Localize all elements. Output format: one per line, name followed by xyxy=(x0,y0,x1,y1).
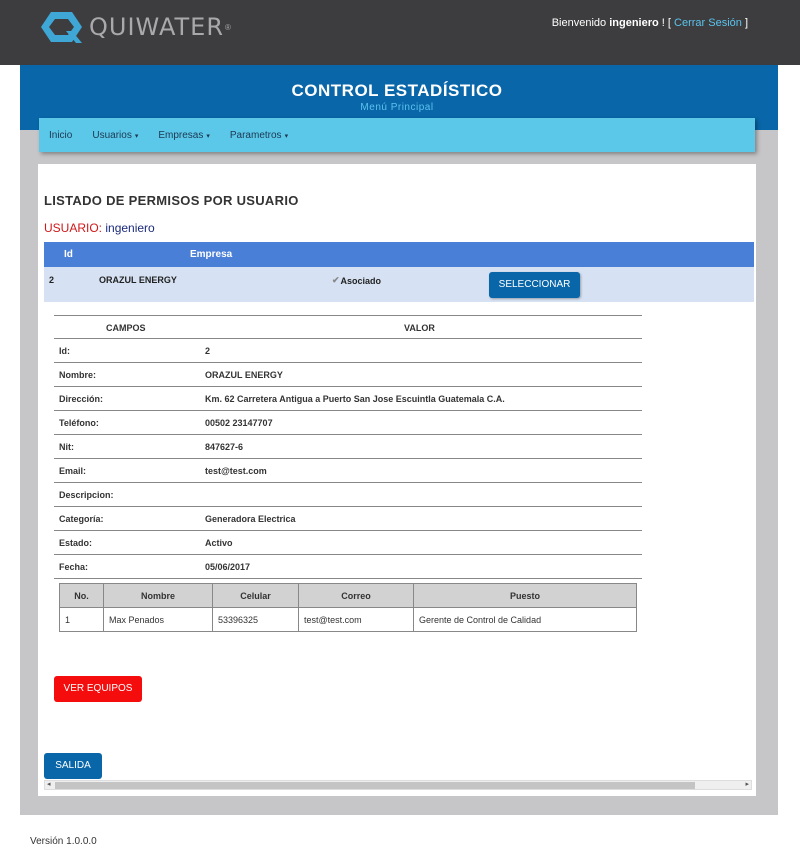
field-value: Km. 62 Carretera Antigua a Puerto San Jo… xyxy=(205,394,505,404)
table-row: Nombre: ORAZUL ENERGY xyxy=(54,363,642,387)
row-empresa: ORAZUL ENERGY xyxy=(99,275,177,285)
nav-item-label: Empresas xyxy=(158,129,204,141)
check-icon: ✔ xyxy=(332,275,340,285)
header-nombre: Nombre xyxy=(103,583,213,608)
cell-nombre: Max Penados xyxy=(103,607,213,632)
field-label: Email: xyxy=(59,466,87,476)
cell-no: 1 xyxy=(59,607,104,632)
row-id: 2 xyxy=(49,275,55,285)
field-label: Id: xyxy=(59,346,70,356)
user-line: USUARIO: ingeniero xyxy=(44,221,155,235)
nav-item-empresas[interactable]: Empresas ▾ xyxy=(158,130,210,141)
content-panel: LISTADO DE PERMISOS POR USUARIO USUARIO:… xyxy=(38,164,756,796)
table-row: Email: test@test.com xyxy=(54,459,642,483)
field-label: Nit: xyxy=(59,442,74,452)
nav-item-parametros[interactable]: Parametros ▾ xyxy=(230,130,288,141)
caret-down-icon: ▾ xyxy=(134,132,139,140)
horizontal-scrollbar[interactable]: ◂ ▸ xyxy=(44,780,752,790)
table-row: Categoría: Generadora Electrica xyxy=(54,507,642,531)
table-row: Nit: 847627-6 xyxy=(54,435,642,459)
logo-text: QUIWATER xyxy=(89,13,225,41)
header-empresa: Empresa xyxy=(190,249,233,260)
field-label: Estado: xyxy=(59,538,93,548)
header-valor: VALOR xyxy=(404,323,435,333)
field-value: 00502 23147707 xyxy=(205,418,273,428)
seleccionar-button[interactable]: SELECCIONAR xyxy=(489,272,580,298)
cell-correo: test@test.com xyxy=(298,607,414,632)
asociado-checkbox[interactable]: ✔ Asociado xyxy=(332,275,381,286)
field-value: ORAZUL ENERGY xyxy=(205,370,283,380)
header-no: No. xyxy=(59,583,104,608)
user-value: ingeniero xyxy=(105,221,155,235)
header-puesto: Puesto xyxy=(413,583,637,608)
bracket-close: ] xyxy=(744,17,748,29)
page-title: CONTROL ESTADÍSTICO xyxy=(291,81,503,100)
main-frame: CONTROL ESTADÍSTICO Menú Principal Inici… xyxy=(20,65,778,815)
scroll-left-icon[interactable]: ◂ xyxy=(47,780,51,788)
field-value: test@test.com xyxy=(205,466,267,476)
field-value: Generadora Electrica xyxy=(205,514,296,524)
welcome-message: Bienvenido ingeniero ! [ Cerrar Sesión ] xyxy=(552,17,748,29)
page-subtitle: Menú Principal xyxy=(360,102,434,113)
field-value: 2 xyxy=(205,346,211,356)
nav-item-label: Usuarios xyxy=(92,129,132,141)
table-row: Descripcion: xyxy=(54,483,642,507)
nav-item-label: Inicio xyxy=(49,129,73,141)
top-bar: QUIWATER ® Bienvenido ingeniero ! [ Cerr… xyxy=(0,0,800,65)
salida-button[interactable]: SALIDA xyxy=(44,753,102,779)
registered-mark: ® xyxy=(225,22,231,32)
welcome-prefix: Bienvenido xyxy=(551,17,607,29)
asociado-label: Asociado xyxy=(340,275,382,286)
table-row: Teléfono: 00502 23147707 xyxy=(54,411,642,435)
user-label: USUARIO: xyxy=(44,221,103,235)
header-campos: CAMPOS xyxy=(106,323,146,333)
welcome-suffix: ! [ xyxy=(661,17,671,29)
detail-header: CAMPOS VALOR xyxy=(54,315,642,339)
nav-item-usuarios[interactable]: Usuarios ▾ xyxy=(92,130,138,141)
field-label: Categoría: xyxy=(59,514,104,524)
table-row: Estado: Activo xyxy=(54,531,642,555)
company-detail-table: CAMPOS VALOR Id: 2 Nombre: ORAZUL ENERGY D… xyxy=(54,315,642,579)
nav-bar: Inicio Usuarios ▾ Empresas ▾ Parametros ▾ xyxy=(39,118,755,152)
welcome-username: ingeniero xyxy=(609,17,659,29)
field-label: Dirección: xyxy=(59,394,104,404)
field-value: 05/06/2017 xyxy=(205,562,251,572)
version-label: Versión 1.0.0.0 xyxy=(30,836,97,847)
field-value: Activo xyxy=(205,538,233,548)
field-label: Descripcion: xyxy=(59,490,114,500)
field-value: 847627-6 xyxy=(205,442,244,452)
table-row: Dirección: Km. 62 Carretera Antigua a Pue… xyxy=(54,387,642,411)
field-label: Teléfono: xyxy=(59,418,99,428)
header-celular: Celular xyxy=(212,583,299,608)
header-correo: Correo xyxy=(298,583,414,608)
cell-celular: 53396325 xyxy=(212,607,299,632)
table-row: Fecha: 05/06/2017 xyxy=(54,555,642,579)
cell-puesto: Gerente de Control de Calidad xyxy=(413,607,637,632)
permissions-table-header: Id Empresa xyxy=(44,242,754,267)
field-label: Fecha: xyxy=(59,562,89,572)
field-label: Nombre: xyxy=(59,370,97,380)
quiwater-logo-icon xyxy=(41,12,82,43)
caret-down-icon: ▾ xyxy=(284,132,289,140)
header-id: Id xyxy=(64,249,73,260)
contacts-header-row: No. Nombre Celular Correo Puesto xyxy=(59,583,637,608)
section-heading: LISTADO DE PERMISOS POR USUARIO xyxy=(44,193,299,208)
logo: QUIWATER ® xyxy=(40,10,231,44)
table-row: 1 Max Penados 53396325 test@test.com Ger… xyxy=(59,607,637,632)
table-row: 2 ORAZUL ENERGY ✔ Asociado SELECCIONAR xyxy=(44,267,754,302)
nav-item-label: Parametros xyxy=(229,129,282,141)
contacts-table: No. Nombre Celular Correo Puesto 1 Max P… xyxy=(59,583,637,632)
caret-down-icon: ▾ xyxy=(206,132,210,140)
nav-item-inicio[interactable]: Inicio xyxy=(49,130,72,141)
table-row: Id: 2 xyxy=(54,339,642,363)
scroll-right-icon[interactable]: ▸ xyxy=(745,780,749,788)
ver-equipos-button[interactable]: VER EQUIPOS xyxy=(54,676,142,702)
scrollbar-thumb[interactable] xyxy=(55,782,695,789)
logout-link[interactable]: Cerrar Sesión xyxy=(674,17,742,29)
